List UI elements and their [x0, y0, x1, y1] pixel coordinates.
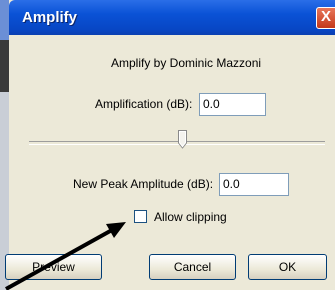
window-title: Amplify [22, 9, 78, 26]
amplification-label: Amplification (dB): [95, 97, 193, 111]
cancel-button[interactable]: Cancel [149, 254, 236, 280]
new-peak-label: New Peak Amplitude (dB): [73, 177, 214, 191]
allow-clipping-label[interactable]: Allow clipping [154, 210, 227, 224]
background-window-titlebar [0, 0, 9, 40]
background-window-toolbar [0, 40, 9, 92]
preview-button[interactable]: Preview [5, 254, 102, 280]
amplification-slider-thumb[interactable] [178, 130, 187, 149]
allow-clipping-checkbox[interactable] [134, 210, 147, 223]
credit-text: Amplify by Dominic Mazzoni [111, 56, 262, 70]
amplify-dialog: Amplify X Amplify by Dominic Mazzoni Amp… [5, 0, 335, 290]
title-bar[interactable]: Amplify X [9, 0, 335, 35]
close-icon[interactable]: X [321, 8, 331, 25]
close-button[interactable]: X [316, 7, 335, 29]
amplification-slider-track[interactable] [29, 141, 325, 145]
amplification-input[interactable]: 0.0 [199, 93, 266, 116]
background-window-edge [0, 0, 9, 290]
new-peak-input[interactable]: 0.0 [219, 173, 289, 196]
ok-button[interactable]: OK [248, 254, 327, 280]
